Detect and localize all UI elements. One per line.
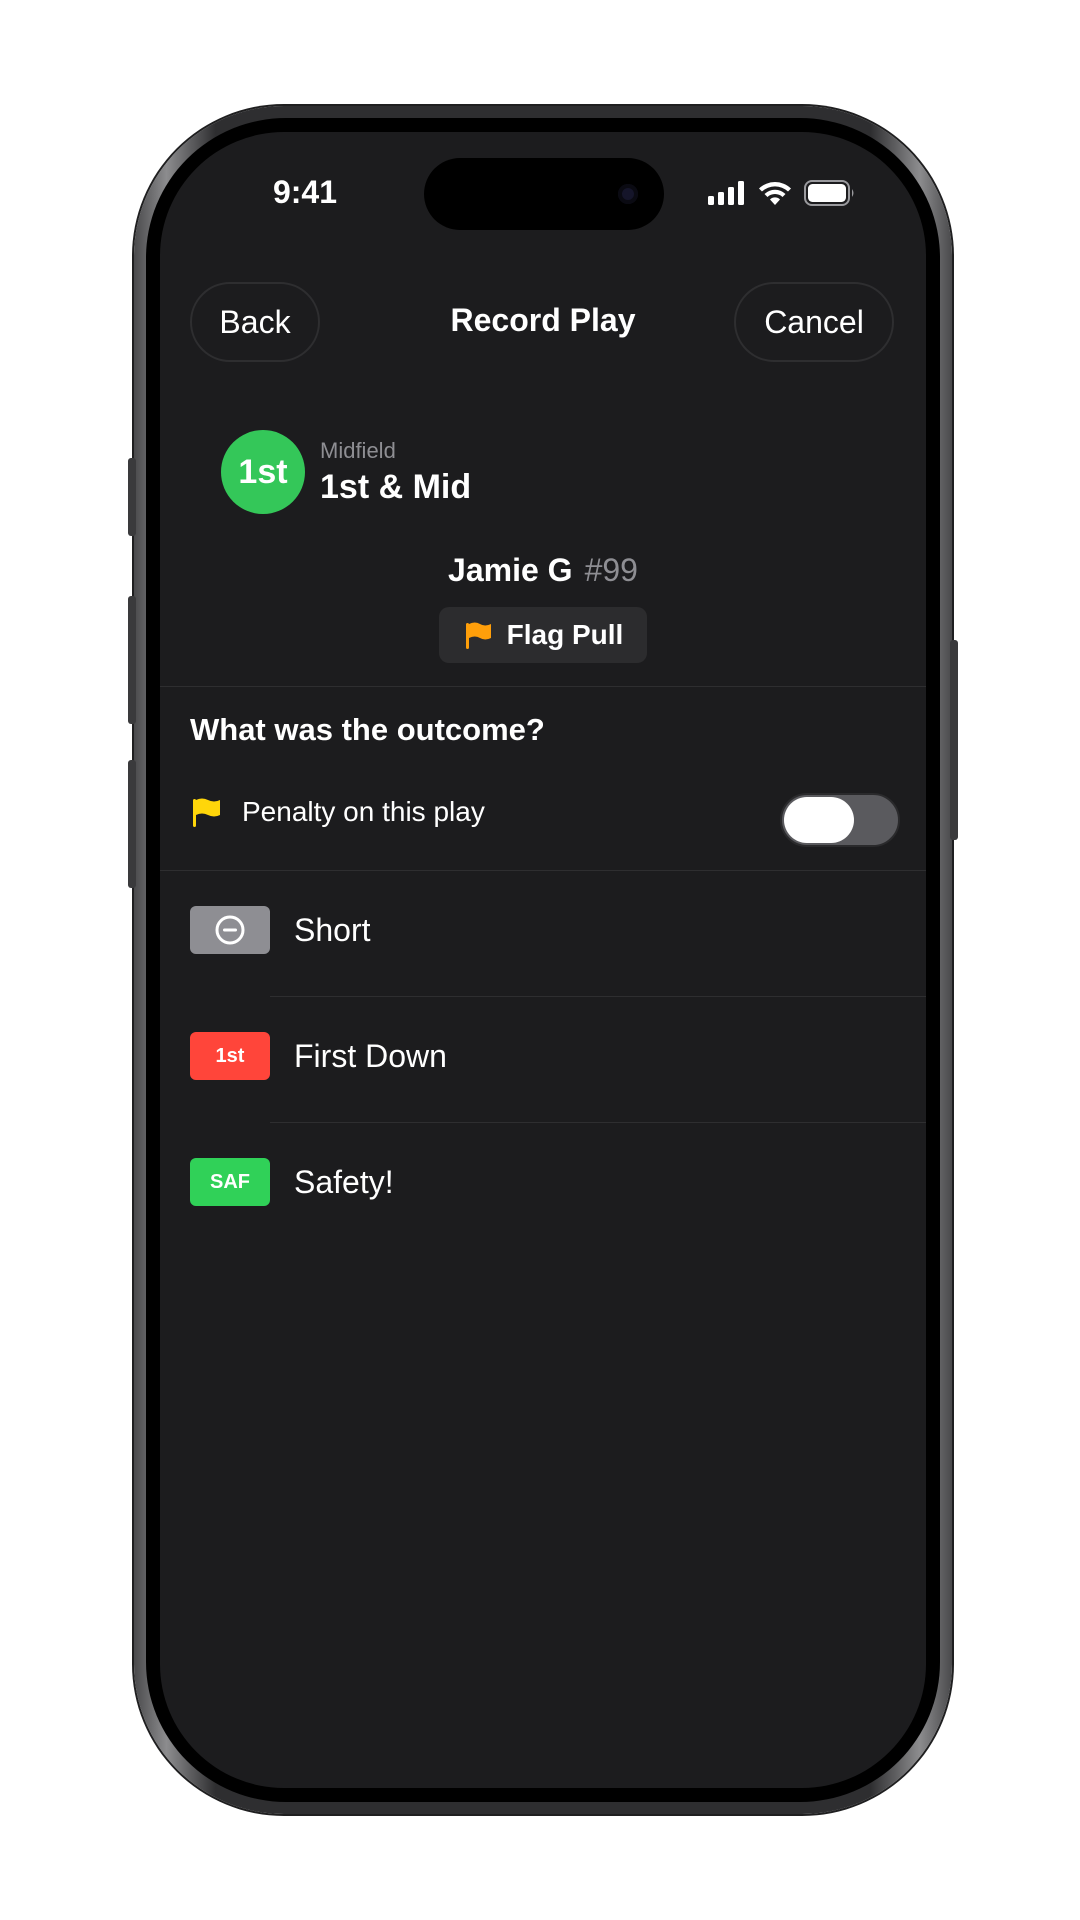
- outcome-option-first-down[interactable]: 1st First Down: [190, 1026, 447, 1086]
- outcome-question: What was the outcome?: [190, 712, 545, 747]
- toggle-knob: [784, 797, 854, 843]
- down-badge: 1st: [221, 430, 305, 514]
- front-camera: [618, 184, 638, 204]
- minus-circle-icon: [215, 915, 245, 945]
- volume-up-button: [128, 596, 136, 724]
- battery-icon: [804, 180, 854, 206]
- section-divider: [160, 686, 926, 687]
- row-divider: [270, 996, 926, 997]
- app-screen: 9:41 Back Record Play Cancel 1st Midfiel…: [160, 132, 926, 1788]
- outcome-label: Safety!: [294, 1163, 394, 1200]
- field-location: Midfield: [320, 438, 396, 463]
- wifi-icon: [759, 182, 791, 205]
- down-situation: 1st & Mid: [320, 468, 472, 506]
- back-button[interactable]: Back: [190, 282, 320, 362]
- cellular-signal-icon: [708, 181, 744, 205]
- outcome-option-short[interactable]: Short: [190, 900, 370, 960]
- short-badge: [190, 906, 270, 954]
- outcome-label: Short: [294, 911, 371, 948]
- row-divider: [270, 1122, 926, 1123]
- player-name: Jamie G: [448, 552, 573, 588]
- cancel-button[interactable]: Cancel: [734, 282, 894, 362]
- orange-flag-icon: [465, 622, 491, 649]
- status-time: 9:41: [272, 174, 338, 210]
- penalty-label: Penalty on this play: [242, 796, 485, 827]
- outcome-label: First Down: [294, 1037, 447, 1074]
- volume-down-button: [128, 760, 136, 888]
- section-divider: [160, 870, 926, 871]
- play-type-chip: Flag Pull: [439, 607, 647, 663]
- player-line: Jamie G #99: [160, 552, 926, 589]
- yellow-flag-icon: [193, 798, 220, 827]
- outcome-option-safety[interactable]: SAF Safety!: [190, 1152, 394, 1212]
- penalty-row: Penalty on this play: [190, 796, 485, 828]
- power-button: [950, 640, 958, 840]
- penalty-toggle[interactable]: [780, 793, 900, 847]
- first-down-badge: 1st: [190, 1032, 270, 1080]
- action-button: [128, 458, 136, 536]
- player-number: #99: [584, 552, 638, 588]
- safety-badge: SAF: [190, 1158, 270, 1206]
- status-icons: [708, 180, 856, 206]
- dynamic-island: [424, 158, 664, 230]
- play-type-label: Flag Pull: [506, 619, 624, 650]
- page-title: Record Play: [450, 302, 636, 338]
